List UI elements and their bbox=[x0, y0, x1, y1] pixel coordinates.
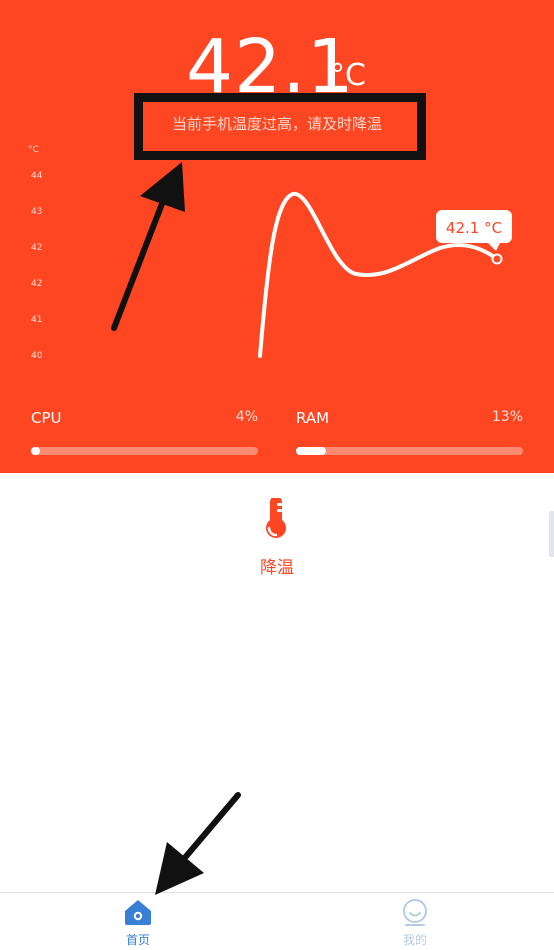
nav-mine-label: 我的 bbox=[402, 933, 427, 947]
side-edge-tab[interactable] bbox=[549, 511, 554, 557]
home-icon bbox=[125, 900, 151, 925]
thermometer-icon bbox=[266, 498, 286, 538]
nav-mine[interactable]: 我的 bbox=[355, 893, 475, 950]
cool-down-label: 降温 bbox=[260, 558, 294, 578]
chart-unit-label: °C bbox=[28, 145, 39, 155]
y-tick-label: 41 bbox=[31, 315, 42, 325]
cpu-progress-bar bbox=[31, 447, 258, 455]
y-tick-label: 42 bbox=[31, 243, 42, 253]
annotation-arrow bbox=[155, 792, 241, 895]
cpu-label: CPU bbox=[31, 409, 62, 427]
ram-percent: 13% bbox=[491, 409, 523, 425]
cpu-progress-fill bbox=[31, 447, 41, 455]
callout-pointer bbox=[488, 243, 500, 251]
ram-label: RAM bbox=[296, 409, 330, 427]
ram-progress-fill bbox=[296, 447, 326, 455]
cpu-percent: 4% bbox=[235, 409, 258, 425]
nav-home[interactable]: 首页 bbox=[78, 893, 198, 950]
y-tick-label: 44 bbox=[31, 171, 43, 181]
temperature-unit: °C bbox=[330, 58, 366, 93]
user-icon bbox=[403, 899, 427, 926]
temperature-chart: °C 44 43 42 42 41 40 42.1 °C bbox=[28, 145, 512, 361]
current-point bbox=[491, 253, 503, 265]
bottom-navigation: 首页 我的 bbox=[0, 892, 554, 949]
y-tick-label: 43 bbox=[31, 207, 42, 217]
callout-text: 42.1 °C bbox=[446, 219, 502, 237]
y-tick-label: 42 bbox=[31, 279, 42, 289]
y-tick-label: 40 bbox=[31, 351, 43, 361]
temperature-panel: 42.1 °C 当前手机温度过高，请及时降温 °C 44 43 42 42 41… bbox=[0, 0, 554, 473]
ram-progress-bar bbox=[296, 447, 523, 455]
nav-home-label: 首页 bbox=[125, 933, 150, 947]
